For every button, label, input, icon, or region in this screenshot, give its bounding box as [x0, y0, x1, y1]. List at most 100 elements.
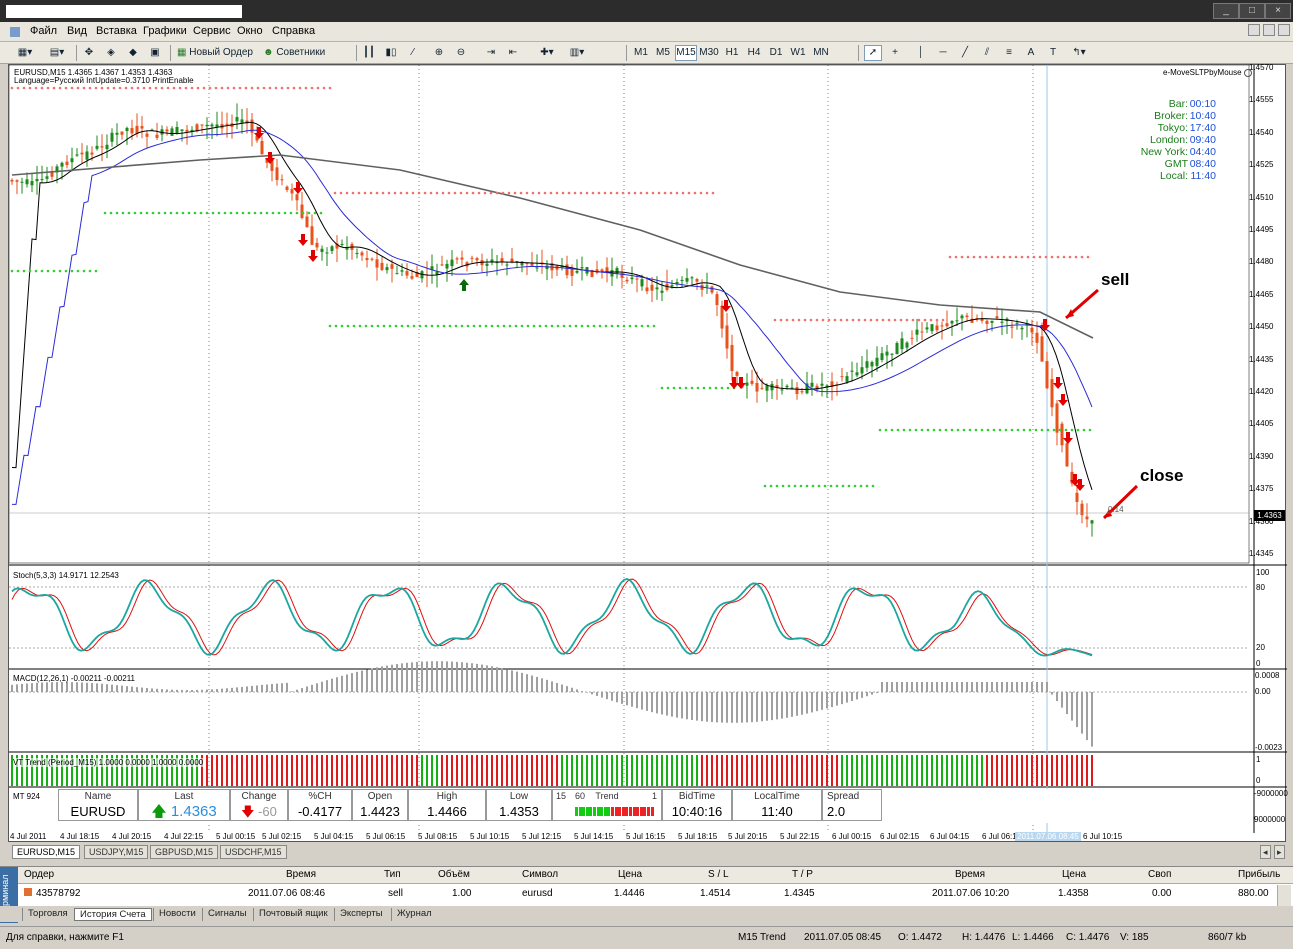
col-tp[interactable]: T / P — [792, 869, 813, 880]
tab-account-history[interactable]: История Счета — [74, 908, 152, 921]
candle-body — [965, 315, 969, 318]
candle-body — [940, 325, 944, 327]
price-chart[interactable] — [9, 65, 1287, 843]
menu-view[interactable]: Вид — [67, 25, 87, 37]
period-m1[interactable]: M1 — [631, 45, 651, 61]
close-window-button[interactable]: × — [1265, 3, 1291, 19]
price-tick: 1.4480 — [1249, 257, 1274, 267]
chart-tab-eurusd[interactable]: EURUSD,M15 — [12, 845, 81, 859]
tab-news[interactable]: Новости — [153, 908, 201, 921]
candle-chart-icon[interactable]: ▮▯ — [382, 45, 400, 61]
zoom-in-icon[interactable]: ⊕ — [430, 45, 448, 61]
tab-scroll-left-icon[interactable]: ◂ — [1260, 845, 1271, 859]
col-close-time[interactable]: Время — [955, 869, 985, 880]
level-dot — [411, 191, 415, 195]
chart-window[interactable] — [8, 64, 1287, 843]
trend-bar — [647, 807, 650, 816]
menu-file[interactable]: Файл — [30, 25, 57, 37]
mt-low-header: Low — [509, 791, 529, 802]
tab-experts[interactable]: Эксперты — [334, 908, 388, 921]
cursor-icon[interactable]: ➚ — [864, 45, 882, 61]
autoscroll-icon[interactable]: ⇥ — [482, 45, 500, 61]
col-order[interactable]: Ордер — [24, 869, 54, 880]
status-traffic: 860/7 kb — [1208, 932, 1247, 943]
arrows-icon[interactable]: ↰▾ — [1066, 45, 1092, 61]
bar-chart-icon[interactable]: ┃┃ — [360, 45, 378, 61]
data-window-icon[interactable]: ◈ — [102, 45, 120, 61]
line-chart-icon[interactable]: ⁄ — [404, 45, 422, 61]
col-profit[interactable]: Прибыль — [1238, 869, 1280, 880]
indicators-icon[interactable]: ✚▾ — [534, 45, 560, 61]
tab-mailbox[interactable]: Почтовый ящик — [253, 908, 333, 921]
candle-body — [800, 391, 804, 393]
menu-window[interactable]: Окно — [237, 25, 263, 37]
level-dot — [286, 86, 290, 90]
terminal-icon[interactable]: ▣ — [146, 45, 164, 61]
new-chart-icon[interactable]: ▦▾ — [12, 45, 38, 61]
channel-icon[interactable]: ⫽ — [978, 45, 996, 61]
profiles-icon[interactable]: ▤▾ — [44, 45, 70, 61]
tab-scroll-right-icon[interactable]: ▸ — [1274, 845, 1285, 859]
vertical-line-icon[interactable]: │ — [912, 45, 930, 61]
col-time[interactable]: Время — [286, 869, 316, 880]
col-sl[interactable]: S / L — [708, 869, 729, 880]
level-dot — [568, 324, 572, 328]
candle-body — [455, 258, 459, 260]
chart-tab-gbpusd[interactable]: GBPUSD,M15 — [150, 845, 219, 859]
col-swap[interactable]: Своп — [1148, 869, 1171, 880]
period-mn[interactable]: MN — [810, 45, 832, 61]
level-dot — [628, 324, 632, 328]
down-arrow-icon: 🡇 — [241, 804, 255, 819]
fibonacci-icon[interactable]: ≡ — [1000, 45, 1018, 61]
time-tick: 6 Jul 10:15 — [1083, 832, 1123, 841]
col-volume[interactable]: Объём — [438, 869, 470, 880]
text-icon[interactable]: A — [1022, 45, 1040, 61]
minimize-button[interactable]: _ — [1213, 3, 1239, 19]
level-dot — [459, 191, 463, 195]
child-restore-button[interactable] — [1263, 24, 1275, 36]
maximize-button[interactable]: □ — [1239, 3, 1265, 19]
period-w1[interactable]: W1 — [788, 45, 808, 61]
crosshair-icon[interactable]: + — [886, 45, 904, 61]
col-type[interactable]: Тип — [384, 869, 401, 880]
child-minimize-button[interactable] — [1248, 24, 1260, 36]
clock-row: Tokyo: 17:40 — [1108, 122, 1216, 134]
mt-bidtime-header: BidTime — [678, 791, 716, 802]
menu-insert[interactable]: Вставка — [96, 25, 137, 37]
menu-help[interactable]: Справка — [272, 25, 315, 37]
menu-tools[interactable]: Сервис — [193, 25, 231, 37]
tab-journal[interactable]: Журнал — [391, 908, 437, 921]
new-order-button[interactable]: ▦ Новый Ордер — [176, 45, 258, 61]
period-m5[interactable]: M5 — [653, 45, 673, 61]
mt-name-cell: Name EURUSD — [58, 789, 138, 821]
advisors-button[interactable]: ☻ Советники — [262, 45, 332, 61]
candle-body — [960, 315, 964, 319]
chart-tab-usdjpy[interactable]: USDJPY,M15 — [84, 845, 149, 859]
period-h1[interactable]: H1 — [722, 45, 742, 61]
col-price[interactable]: Цена — [618, 869, 642, 880]
period-h4[interactable]: H4 — [744, 45, 764, 61]
tab-trade[interactable]: Торговля — [22, 908, 73, 921]
period-m30[interactable]: M30 — [698, 45, 720, 61]
navigator-icon[interactable]: ◆ — [124, 45, 142, 61]
market-watch-icon[interactable]: ✥ — [80, 45, 98, 61]
child-close-button[interactable] — [1278, 24, 1290, 36]
col-close-price[interactable]: Цена — [1062, 869, 1086, 880]
period-m15[interactable]: M15 — [675, 45, 697, 61]
period-d1[interactable]: D1 — [766, 45, 786, 61]
trendline-icon[interactable]: ╱ — [956, 45, 974, 61]
horizontal-line-icon[interactable]: ─ — [934, 45, 952, 61]
col-symbol[interactable]: Символ — [522, 869, 558, 880]
label-icon[interactable]: T — [1044, 45, 1062, 61]
status-help: Для справки, нажмите F1 — [6, 932, 124, 943]
chart-tab-usdchf[interactable]: USDCHF,M15 — [220, 845, 287, 859]
candle-body — [360, 252, 364, 256]
chart-shift-icon[interactable]: ⇤ — [504, 45, 522, 61]
level-dot — [809, 318, 813, 322]
tab-signals[interactable]: Сигналы — [202, 908, 252, 921]
zoom-out-icon[interactable]: ⊖ — [452, 45, 470, 61]
menu-charts[interactable]: Графики — [143, 25, 187, 37]
stoch-level-100: 100 — [1256, 568, 1270, 577]
level-dot — [597, 191, 601, 195]
templates-icon[interactable]: ▥▾ — [564, 45, 590, 61]
